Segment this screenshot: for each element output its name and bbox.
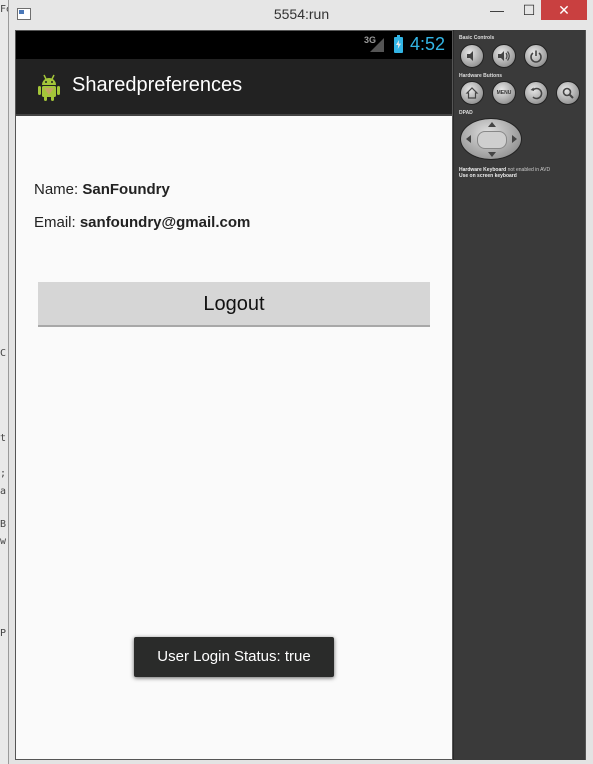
- app-title: Sharedpreferences: [72, 74, 243, 96]
- email-value: sanfoundry@gmail.com: [79, 214, 251, 231]
- emulator-window: 5554:run — ☐ ✕ 3G 4:52 Sharedpreferences…: [8, 0, 593, 764]
- background-text: t: [0, 433, 7, 444]
- dpad-center-button[interactable]: [477, 131, 507, 149]
- logout-button[interactable]: Logout: [38, 282, 430, 327]
- device-screen[interactable]: 3G 4:52 Sharedpreferences Name: SanFound…: [15, 30, 453, 760]
- maximize-button[interactable]: ☐: [515, 0, 543, 20]
- search-icon: [562, 87, 574, 99]
- basic-controls-heading: Basic Controls: [459, 35, 495, 41]
- menu-button[interactable]: MENU: [492, 81, 516, 105]
- email-row: Email: sanfoundry@gmail.com: [34, 214, 250, 231]
- emulator-controls-panel: Basic Controls Hardware Buttons MENU DPA…: [453, 30, 586, 760]
- email-label: Email:: [34, 214, 80, 231]
- dpad-right-arrow-icon[interactable]: [512, 135, 517, 143]
- android-robot-icon: [34, 72, 64, 102]
- background-text: C: [0, 348, 7, 359]
- background-text: a: [0, 486, 7, 497]
- dpad-left-arrow-icon[interactable]: [466, 135, 471, 143]
- signal-icon: [370, 38, 384, 52]
- background-text: ;: [0, 468, 7, 479]
- keyboard-note-line2: Use on screen keyboard: [459, 173, 517, 179]
- action-bar: Sharedpreferences: [16, 59, 452, 116]
- window-titlebar[interactable]: 5554:run — ☐ ✕: [9, 0, 593, 30]
- background-text: P: [0, 628, 7, 639]
- toast-message: User Login Status: true: [134, 637, 334, 677]
- power-icon: [530, 50, 542, 63]
- dpad-heading: DPAD: [459, 110, 473, 116]
- back-icon: [530, 87, 543, 100]
- menu-label: MENU: [496, 90, 512, 96]
- volume-down-button[interactable]: [460, 44, 484, 68]
- screen: Fe C t ; a B w P 5554:run — ☐ ✕ 3G 4:52: [0, 0, 593, 764]
- close-button[interactable]: ✕: [541, 0, 587, 20]
- background-text: w: [0, 536, 7, 547]
- dpad[interactable]: [460, 118, 522, 160]
- search-button[interactable]: [556, 81, 580, 105]
- android-status-bar: 3G 4:52: [16, 31, 452, 59]
- back-button[interactable]: [524, 81, 548, 105]
- volume-down-icon: [467, 51, 473, 61]
- minimize-button[interactable]: —: [483, 0, 511, 20]
- status-time: 4:52: [410, 34, 446, 54]
- name-row: Name: SanFoundry: [34, 181, 170, 198]
- hardware-buttons-heading: Hardware Buttons: [459, 73, 503, 79]
- volume-up-icon: [498, 51, 510, 61]
- power-button[interactable]: [524, 44, 548, 68]
- name-value: SanFoundry: [82, 181, 170, 198]
- keyboard-note: Hardware Keyboard not enabled in AVD Use…: [459, 167, 550, 179]
- home-button[interactable]: [460, 81, 484, 105]
- background-text: B: [0, 519, 7, 530]
- home-icon: [465, 87, 479, 99]
- dpad-up-arrow-icon[interactable]: [488, 122, 496, 127]
- name-label: Name:: [34, 181, 83, 198]
- battery-charging-icon: [394, 35, 403, 53]
- volume-up-button[interactable]: [492, 44, 516, 68]
- activity-content: Name: SanFoundry Email: sanfoundry@gmail…: [16, 116, 452, 759]
- dpad-down-arrow-icon[interactable]: [488, 152, 496, 157]
